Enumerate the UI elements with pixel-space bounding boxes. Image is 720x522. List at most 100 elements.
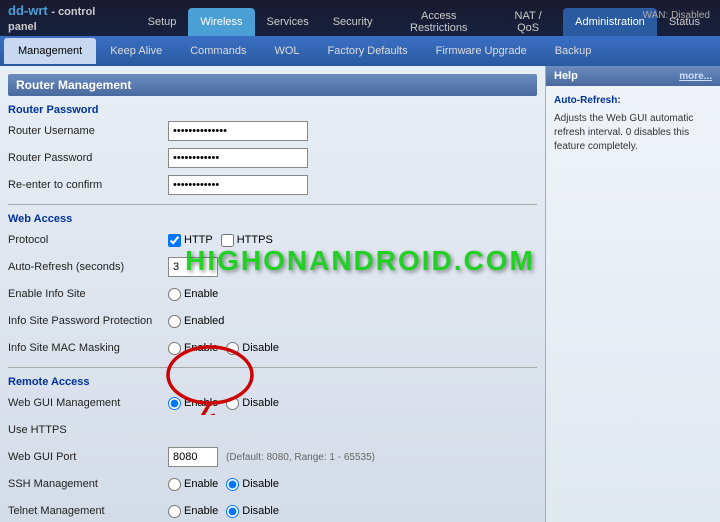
mac-masking-enable-radio[interactable] — [168, 342, 181, 355]
divider-2 — [8, 367, 537, 368]
protocol-row: Protocol HTTP HTTPS — [8, 229, 537, 251]
http-label: HTTP — [184, 234, 213, 246]
enable-info-radio[interactable] — [168, 288, 181, 301]
web-gui-enable-radio[interactable] — [168, 397, 181, 410]
mac-masking-disable[interactable]: Disable — [226, 342, 279, 355]
web-gui-port-row: Web GUI Port (Default: 8080, Range: 1 - … — [8, 446, 537, 468]
router-username-row: Router Username — [8, 120, 537, 142]
mac-masking-options: Enable Disable — [168, 342, 279, 355]
wan-status: WAN: Disabled — [643, 10, 710, 21]
nav-access-restrictions[interactable]: Access Restrictions — [384, 8, 493, 36]
tab-keep-alive[interactable]: Keep Alive — [96, 38, 176, 64]
enable-info-options: Enable — [168, 288, 218, 301]
tab-backup[interactable]: Backup — [541, 38, 606, 64]
mac-enable-label: Enable — [184, 342, 218, 354]
web-gui-disable[interactable]: Disable — [226, 397, 279, 410]
router-confirm-label: Re-enter to confirm — [8, 179, 168, 191]
divider-1 — [8, 204, 537, 205]
ssh-disable-label: Disable — [242, 478, 279, 490]
router-password-label: Router Password — [8, 152, 168, 164]
mac-disable-label: Disable — [242, 342, 279, 354]
logo: dd-wrt - control panel — [8, 3, 124, 33]
ssh-enable-label: Enable — [184, 478, 218, 490]
info-enabled-label: Enabled — [184, 315, 224, 327]
telnet-enable-radio[interactable] — [168, 505, 181, 518]
web-gui-port-input[interactable] — [168, 447, 218, 467]
help-more-link[interactable]: more... — [679, 71, 712, 82]
remote-access-title: Remote Access — [8, 376, 537, 388]
autorefresh-label: Auto-Refresh (seconds) — [8, 261, 168, 273]
nav-services[interactable]: Services — [255, 8, 321, 36]
tab-firmware-upgrade[interactable]: Firmware Upgrade — [422, 38, 541, 64]
primary-nav: Setup Wireless Services Security Access … — [136, 0, 712, 36]
web-gui-options: Enable Disable — [168, 397, 279, 410]
ssh-options: Enable Disable — [168, 478, 279, 491]
help-panel: Help more... Auto-Refresh: Adjusts the W… — [545, 66, 720, 522]
info-password-options: Enabled — [168, 315, 224, 328]
https-option[interactable]: HTTPS — [221, 234, 273, 247]
top-bar: dd-wrt - control panel Setup Wireless Se… — [0, 0, 720, 36]
web-gui-management-row: Web GUI Management Enable Disable — [8, 392, 537, 414]
https-label: HTTPS — [237, 234, 273, 246]
help-title: Help — [554, 70, 578, 82]
autorefresh-row: Auto-Refresh (seconds) — [8, 256, 537, 278]
telnet-enable-label: Enable — [184, 505, 218, 517]
use-https-row: Use HTTPS — [8, 419, 537, 441]
http-checkbox[interactable] — [168, 234, 181, 247]
web-access-title: Web Access — [8, 213, 537, 225]
nav-wireless[interactable]: Wireless — [188, 8, 254, 36]
mac-masking-enable[interactable]: Enable — [168, 342, 218, 355]
router-password-input[interactable] — [168, 148, 308, 168]
telnet-enable[interactable]: Enable — [168, 505, 218, 518]
telnet-disable[interactable]: Disable — [226, 505, 279, 518]
help-content: Auto-Refresh: Adjusts the Web GUI automa… — [546, 86, 720, 162]
router-confirm-input[interactable] — [168, 175, 308, 195]
info-password-label: Info Site Password Protection — [8, 315, 168, 327]
tab-commands[interactable]: Commands — [176, 38, 260, 64]
enable-info-enable[interactable]: Enable — [168, 288, 218, 301]
web-gui-disable-radio[interactable] — [226, 397, 239, 410]
telnet-disable-label: Disable — [242, 505, 279, 517]
mac-masking-label: Info Site MAC Masking — [8, 342, 168, 354]
mac-masking-row: Info Site MAC Masking Enable Disable — [8, 337, 537, 359]
info-password-radio[interactable] — [168, 315, 181, 328]
main-section-title: Router Management — [8, 74, 537, 96]
mac-masking-disable-radio[interactable] — [226, 342, 239, 355]
tab-factory-defaults[interactable]: Factory Defaults — [314, 38, 422, 64]
tab-management[interactable]: Management — [4, 38, 96, 64]
left-panel: Router Management Router Password Router… — [0, 66, 545, 522]
router-confirm-row: Re-enter to confirm — [8, 174, 537, 196]
tab-wol[interactable]: WOL — [260, 38, 313, 64]
router-username-input[interactable] — [168, 121, 308, 141]
main-content: Router Management Router Password Router… — [0, 66, 720, 522]
ssh-enable[interactable]: Enable — [168, 478, 218, 491]
autorefresh-input[interactable] — [168, 257, 218, 277]
port-hint: (Default: 8080, Range: 1 - 65535) — [226, 452, 375, 463]
info-password-enabled[interactable]: Enabled — [168, 315, 224, 328]
secondary-nav: Management Keep Alive Commands WOL Facto… — [0, 36, 720, 66]
ssh-enable-radio[interactable] — [168, 478, 181, 491]
ssh-disable-radio[interactable] — [226, 478, 239, 491]
ssh-management-row: SSH Management Enable Disable — [8, 473, 537, 495]
enable-label: Enable — [184, 288, 218, 300]
telnet-management-row: Telnet Management Enable Disable — [8, 500, 537, 522]
nav-nat-qos[interactable]: NAT / QoS — [493, 8, 563, 36]
use-https-label: Use HTTPS — [8, 424, 168, 436]
web-gui-port-label: Web GUI Port — [8, 451, 168, 463]
ssh-disable[interactable]: Disable — [226, 478, 279, 491]
router-password-row: Router Password — [8, 147, 537, 169]
telnet-label: Telnet Management — [8, 505, 168, 517]
ssh-label: SSH Management — [8, 478, 168, 490]
help-header: Help more... — [546, 66, 720, 86]
telnet-disable-radio[interactable] — [226, 505, 239, 518]
help-autorefresh-title: Auto-Refresh: — [554, 94, 712, 108]
enable-info-label: Enable Info Site — [8, 288, 168, 300]
nav-security[interactable]: Security — [321, 8, 385, 36]
web-gui-label: Web GUI Management — [8, 397, 168, 409]
web-gui-enable[interactable]: Enable — [168, 397, 218, 410]
enable-info-row: Enable Info Site Enable — [8, 283, 537, 305]
telnet-options: Enable Disable — [168, 505, 279, 518]
nav-setup[interactable]: Setup — [136, 8, 189, 36]
http-option[interactable]: HTTP — [168, 234, 213, 247]
https-checkbox[interactable] — [221, 234, 234, 247]
